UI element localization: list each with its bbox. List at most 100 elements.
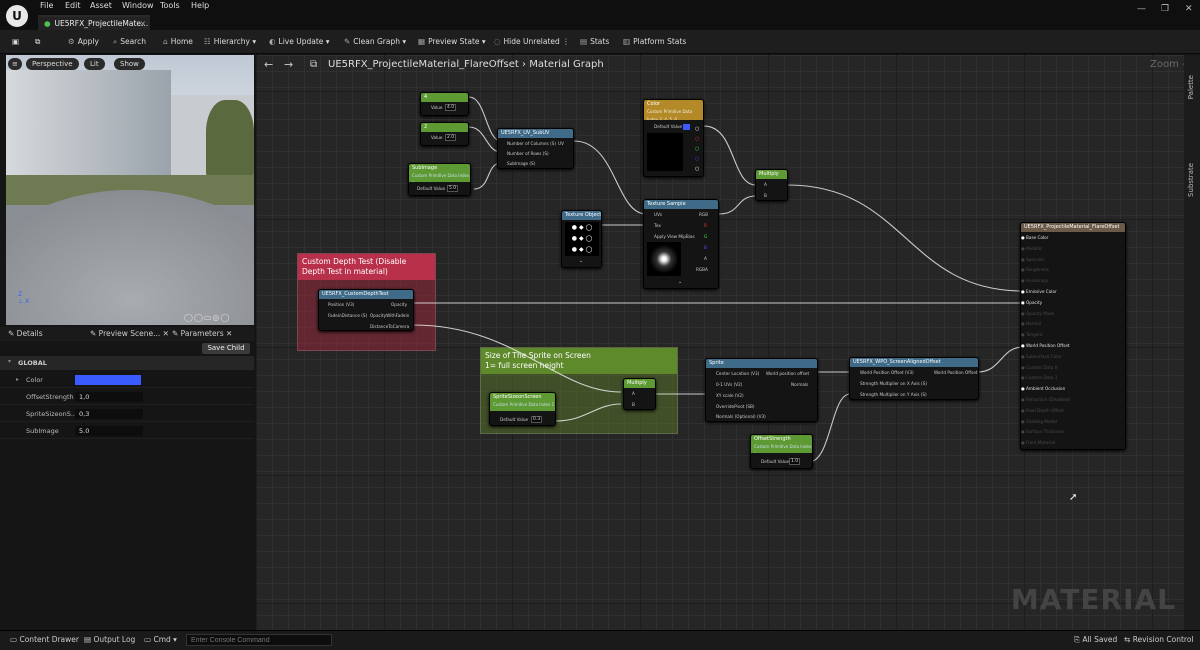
unreal-logo-icon[interactable]: U (6, 5, 28, 27)
clean-graph-button[interactable]: ✎ Clean Graph ▾ (344, 37, 406, 46)
node-color-param[interactable]: Color Custom Primitive Data Index 3, 4, 5… (643, 99, 704, 177)
collapse-icon[interactable]: ▾ (8, 358, 11, 365)
home-label: Home (170, 37, 193, 46)
cmd-dropdown[interactable]: ▭ Cmd ▾ (144, 635, 177, 644)
menu-help[interactable]: Help (191, 1, 209, 10)
global-section-header[interactable]: GLOBAL (0, 356, 254, 370)
value-input[interactable]: 0.3 (531, 416, 543, 423)
param-value-input[interactable]: 0,3 (75, 409, 143, 419)
node-sprite[interactable]: Sprite Center Location (V3) 0-1 UVs (V2)… (705, 358, 818, 422)
node-subtitle: Custom Primitive Data Index 0 (754, 444, 812, 453)
save-icon[interactable]: ▣ (12, 37, 19, 46)
param-value-input[interactable]: 1,0 (75, 392, 143, 402)
pin-label: Number of Rows (S) (507, 151, 549, 156)
console-input[interactable] (186, 634, 332, 646)
node-offsetstrength-param[interactable]: OffsetStrength Custom Primitive Data Inde… (750, 434, 813, 469)
param-value-input[interactable]: 5.0 (75, 426, 143, 436)
node-multiply-2[interactable]: Multiply A B (623, 378, 656, 410)
node-constant-4[interactable]: 4 Value 4.0 (420, 92, 469, 116)
close-window-icon[interactable]: ✕ (1185, 4, 1193, 14)
node-spritesize-param[interactable]: SpriteSizeonScreen Custom Primitive Data … (489, 392, 556, 426)
result-pin[interactable]: Normal (1026, 321, 1041, 326)
content-drawer-button[interactable]: ▭ Content Drawer (10, 635, 79, 644)
result-pin[interactable]: Opacity Mask (1026, 311, 1054, 316)
menu-asset[interactable]: Asset (90, 1, 112, 10)
result-pin[interactable]: Tangent (1026, 332, 1043, 337)
wire (786, 184, 1024, 292)
preview-state-button[interactable]: ▦ Preview State ▾ (418, 37, 486, 46)
material-graph-canvas[interactable]: ← → ⧉ UE5RFX_ProjectileMaterial_FlareOff… (256, 55, 1200, 630)
tab-parameters[interactable]: ✎ Parameters ✕ (172, 329, 232, 338)
palette-tab[interactable]: Palette (1187, 75, 1195, 99)
node-texture-sample[interactable]: Texture Sample UVs Tex Apply View MipBia… (643, 199, 719, 289)
result-pin[interactable]: World Position Offset (1026, 343, 1070, 348)
menu-tools[interactable]: Tools (160, 1, 180, 10)
result-pin[interactable]: Front Material (1026, 440, 1055, 445)
node-title-text: SubImage (412, 165, 438, 171)
node-multiply-1[interactable]: Multiply A B (755, 169, 788, 201)
node-material-result[interactable]: UE5RFX_ProjectileMaterial_FlareOffset Ba… (1020, 222, 1126, 450)
home-button[interactable]: ⌂ Home (163, 37, 193, 46)
result-pin[interactable]: Emissive Color (1026, 289, 1057, 294)
substrate-tab[interactable]: Substrate (1187, 163, 1195, 197)
tab-details[interactable]: ✎ Details (8, 329, 43, 338)
pin-label: FadeinDistance (S) (328, 313, 368, 318)
color-swatch[interactable] (75, 375, 141, 385)
maximize-icon[interactable]: ❐ (1161, 4, 1169, 14)
save-child-button[interactable]: Save Child (202, 343, 250, 354)
result-pin[interactable]: Specular (1026, 257, 1044, 262)
hide-unrelated-button[interactable]: ◌ Hide Unrelated ⋮ (494, 37, 570, 46)
lit-button[interactable]: Lit (84, 58, 105, 70)
value-input[interactable]: 2.0 (445, 134, 457, 141)
output-log-button[interactable]: ▤ Output Log (84, 635, 135, 644)
tab-material-editor[interactable]: ● UE5RFX_ProjectileMate... × (38, 15, 150, 30)
result-pin[interactable]: Roughness (1026, 267, 1049, 272)
result-pin[interactable]: Subsurface Color (1026, 354, 1062, 359)
browse-icon[interactable]: ⧉ (35, 37, 40, 47)
node-subimage-param[interactable]: SubImage Custom Primitive Data Index 2 De… (408, 163, 471, 196)
perspective-button[interactable]: Perspective (26, 58, 79, 70)
minimize-icon[interactable]: — (1137, 4, 1146, 14)
result-pin[interactable]: Surface Thickness (1026, 429, 1064, 434)
live-update-button[interactable]: ◐ Live Update ▾ (269, 37, 330, 46)
color-swatch[interactable] (683, 124, 690, 130)
node-wpo-screen-aligned[interactable]: UE5RFX_WPO_ScreenAlignedOffset World Pos… (849, 357, 979, 400)
result-pin[interactable]: Custom Data 1 (1026, 375, 1057, 380)
result-pin[interactable]: Refraction (Disabled) (1026, 397, 1070, 402)
search-button[interactable]: ⌕ Search (113, 37, 146, 47)
result-pin[interactable]: Anisotropy (1026, 278, 1048, 283)
result-pin[interactable]: Pixel Depth Offset (1026, 408, 1064, 413)
stats-button[interactable]: ▤ Stats (580, 37, 609, 46)
node-constant-2[interactable]: 2 Value 2.0 (420, 122, 469, 146)
menu-edit[interactable]: Edit (65, 1, 81, 10)
node-custom-depth-test[interactable]: UE5RFX_CustomDepthTest Position (V3) Fad… (318, 289, 414, 331)
platform-stats-button[interactable]: ▥ Platform Stats (623, 37, 686, 46)
close-tab-icon[interactable]: × (140, 17, 146, 30)
result-pin[interactable]: Base Color (1026, 235, 1048, 240)
result-pin[interactable]: Ambient Occlusion (1026, 386, 1065, 391)
value-input[interactable]: 1.0 (789, 458, 801, 465)
show-button[interactable]: Show (114, 58, 145, 70)
pin-label: Strength Multiplier on X Axis (S) (860, 381, 927, 386)
viewport-menu-icon[interactable]: ≡ (8, 58, 22, 70)
menu-file[interactable]: File (40, 1, 53, 10)
preview-shape-icons[interactable]: ◯◯▭◎◯ (184, 313, 230, 322)
result-pin[interactable]: Custom Data 0 (1026, 365, 1057, 370)
value-input[interactable]: 5.0 (447, 185, 459, 192)
result-pin[interactable]: Shading Model (1026, 419, 1057, 424)
menu-window[interactable]: Window (122, 1, 154, 10)
revision-control-button[interactable]: ⇆ Revision Control (1124, 635, 1194, 644)
hierarchy-button[interactable]: ☷ Hierarchy ▾ (204, 37, 256, 46)
tab-preview-scene[interactable]: ✎ Preview Scene... ✕ (90, 329, 169, 338)
result-pin[interactable]: Metallic (1026, 246, 1042, 251)
value-input[interactable]: 4.0 (445, 104, 457, 111)
apply-button[interactable]: ⚙ Apply (68, 37, 99, 46)
expand-icon[interactable]: ▸ (16, 376, 19, 383)
preview-viewport[interactable]: ≡ Perspective Lit Show Z ⊥ X ◯◯▭◎◯ (6, 55, 254, 325)
node-subuv[interactable]: UE5RFX_UV_SubUV Number of Columns (S) Nu… (497, 128, 574, 169)
expand-chevron-icon[interactable]: ⌄ (678, 279, 682, 285)
result-pin[interactable]: Opacity (1026, 300, 1042, 305)
expand-chevron-icon[interactable]: ⌄ (579, 258, 583, 264)
all-saved-status[interactable]: ⎘ All Saved (1074, 635, 1117, 645)
node-texture-object[interactable]: Texture Object ● ◆ ◯ ● ◆ ◯ ● ◆ ◯ ⌄ (561, 210, 602, 268)
